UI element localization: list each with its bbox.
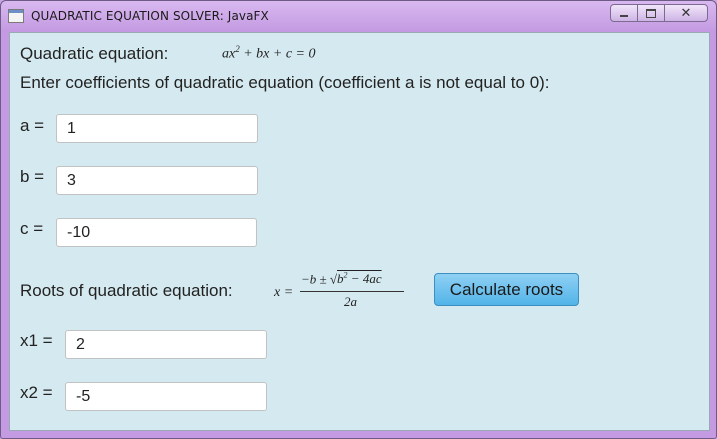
radicand: b2 − 4ac xyxy=(337,271,382,286)
instruction-text: Enter coefficients of quadratic equation… xyxy=(20,73,550,92)
fraction-bar xyxy=(300,291,404,292)
app-window: QUADRATIC EQUATION SOLVER: JavaFX ✕ Quad… xyxy=(0,0,717,439)
x1-label: x1 = xyxy=(20,331,53,350)
calculate-roots-button[interactable]: Calculate roots xyxy=(434,273,579,306)
x1-output[interactable] xyxy=(65,330,267,359)
coef-b-label: b = xyxy=(20,167,45,186)
x2-output[interactable] xyxy=(65,382,267,411)
content-pane: Quadratic equation: ax2 + bx + c = 0 Ent… xyxy=(9,32,710,431)
coef-a-input[interactable] xyxy=(56,114,258,143)
maximize-button[interactable] xyxy=(637,4,665,22)
coef-b-input[interactable] xyxy=(56,166,258,195)
app-window-icon xyxy=(8,9,24,23)
maximize-icon xyxy=(646,8,656,18)
roots-formula: x = −b ± √b2 − 4ac 2a xyxy=(274,271,404,315)
close-button[interactable]: ✕ xyxy=(664,4,708,22)
roots-formula-denominator: 2a xyxy=(344,294,357,309)
radicand-rest: − 4ac xyxy=(347,271,382,287)
minimize-button[interactable] xyxy=(610,4,638,22)
window-controls: ✕ xyxy=(610,4,708,22)
roots-label: Roots of quadratic equation: xyxy=(20,281,233,300)
equation-label: Quadratic equation: xyxy=(20,44,169,63)
formula-rest: + bx + c = 0 xyxy=(239,46,316,62)
equation-formula: ax2 + bx + c = 0 xyxy=(222,44,316,63)
coef-c-label: c = xyxy=(20,219,44,238)
roots-formula-numerator: −b ± √b2 − 4ac xyxy=(301,271,382,287)
roots-formula-lhs: x = xyxy=(274,285,294,300)
numerator-prefix: −b ± √ xyxy=(301,271,338,287)
minimize-icon xyxy=(620,15,628,17)
x2-label: x2 = xyxy=(20,383,53,402)
formula-ax: ax xyxy=(222,46,236,62)
coef-a-label: a = xyxy=(20,116,45,135)
window-title: QUADRATIC EQUATION SOLVER: JavaFX xyxy=(31,9,269,23)
coef-c-input[interactable] xyxy=(56,218,257,247)
title-bar[interactable]: QUADRATIC EQUATION SOLVER: JavaFX ✕ xyxy=(1,1,716,31)
close-icon: ✕ xyxy=(680,5,692,21)
